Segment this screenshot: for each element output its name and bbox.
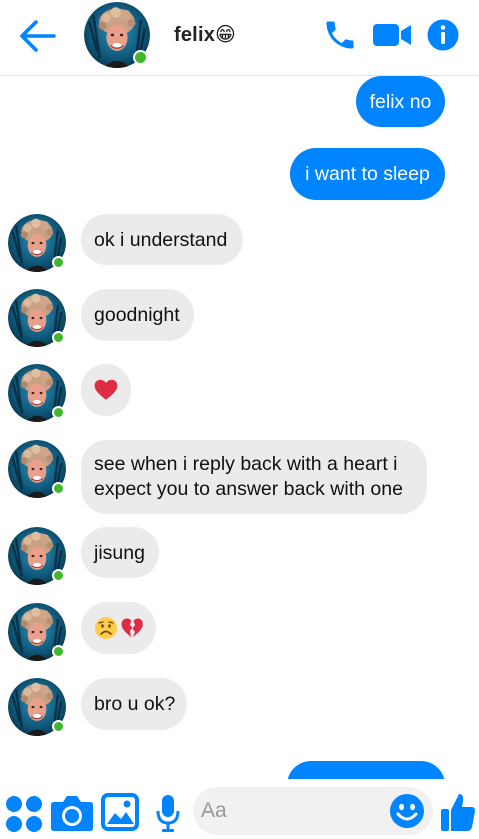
message-incoming[interactable]: goodnight: [81, 289, 194, 341]
video-camera-icon: [373, 24, 411, 46]
composer-bar: [0, 779, 479, 839]
online-indicator: [52, 406, 65, 419]
sender-avatar[interactable]: [8, 603, 66, 661]
message-outgoing[interactable]: i want to sleep: [290, 148, 445, 200]
message-incoming[interactable]: ok i understand: [81, 214, 243, 265]
smiley-icon: [390, 794, 424, 828]
message-incoming-emoji[interactable]: [81, 364, 131, 416]
online-indicator: [52, 645, 65, 658]
image-icon: [101, 793, 139, 831]
contact-name-text: felix: [174, 24, 216, 46]
online-indicator: [52, 720, 65, 733]
info-icon: [427, 19, 459, 51]
voice-call-button[interactable]: [322, 17, 358, 53]
like-button[interactable]: [440, 791, 476, 838]
video-call-button[interactable]: [371, 17, 413, 53]
four-dots-icon: [6, 796, 42, 832]
sender-avatar[interactable]: [8, 364, 66, 422]
online-indicator: [52, 331, 65, 344]
camera-icon: [51, 796, 93, 831]
phone-icon: [326, 21, 354, 49]
conversation-header: felix😁: [0, 0, 479, 76]
online-indicator: [133, 50, 148, 65]
online-indicator: [52, 256, 65, 269]
broken-heart-emoji-icon: [121, 618, 143, 637]
contact-name-emoji: 😁: [215, 24, 237, 46]
back-button[interactable]: [18, 18, 58, 54]
gallery-button[interactable]: [101, 793, 139, 836]
heart-emoji-icon: [94, 379, 118, 400]
more-actions-button[interactable]: [4, 794, 44, 839]
message-outgoing[interactable]: felix no: [356, 76, 445, 127]
contact-avatar[interactable]: [84, 2, 150, 68]
sad-face-emoji-icon: [94, 617, 117, 639]
message-input[interactable]: [201, 787, 381, 835]
emoji-picker-button[interactable]: [389, 793, 425, 829]
sender-avatar[interactable]: [8, 678, 66, 736]
sender-avatar[interactable]: [8, 214, 66, 272]
sender-avatar[interactable]: [8, 527, 66, 585]
camera-button[interactable]: [50, 794, 94, 837]
message-incoming[interactable]: see when i reply back with a heart i exp…: [81, 440, 427, 514]
online-indicator: [52, 569, 65, 582]
voice-message-button[interactable]: [155, 793, 181, 838]
online-indicator: [52, 482, 65, 495]
message-incoming[interactable]: jisung: [81, 527, 159, 578]
thumbs-up-icon: [441, 794, 475, 831]
sender-avatar[interactable]: [8, 440, 66, 498]
back-arrow-icon: [20, 20, 56, 52]
contact-name[interactable]: felix😁: [174, 22, 236, 47]
message-incoming-emoji[interactable]: [81, 602, 156, 654]
message-composer[interactable]: [193, 787, 433, 835]
microphone-icon: [156, 795, 180, 832]
sender-avatar[interactable]: [8, 289, 66, 347]
info-button[interactable]: [427, 19, 459, 51]
message-incoming[interactable]: bro u ok?: [81, 678, 187, 730]
